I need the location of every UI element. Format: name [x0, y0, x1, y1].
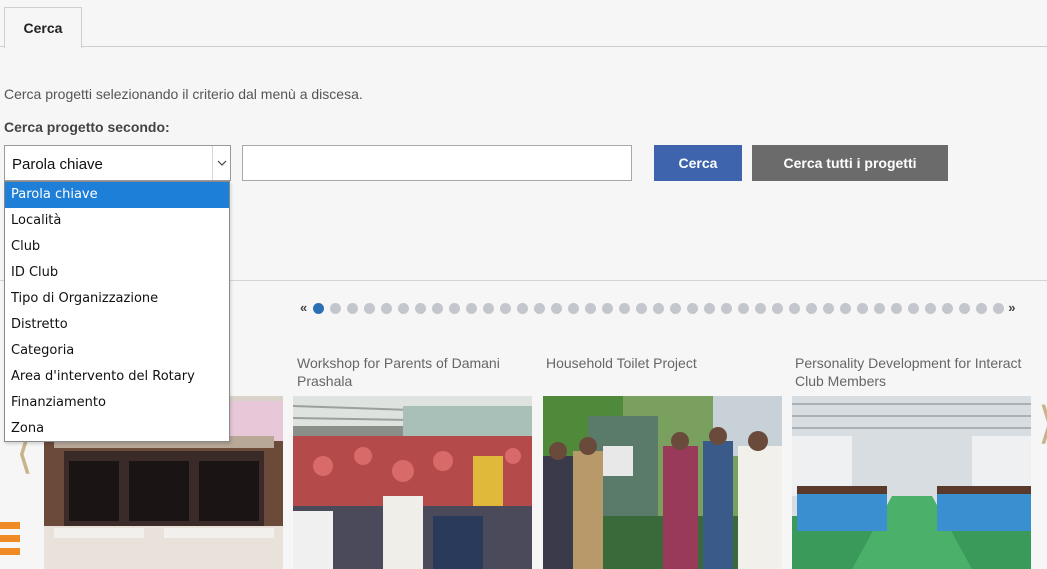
pagination-dot[interactable] [993, 302, 1005, 314]
pagination-dot[interactable] [347, 302, 359, 314]
dropdown-option[interactable]: Località [5, 208, 229, 234]
pagination-dot[interactable] [925, 302, 937, 314]
pagination-dot[interactable] [313, 302, 325, 314]
card-title[interactable]: Personality Development for Interact Clu… [795, 354, 1030, 390]
pagination-dot[interactable] [874, 302, 886, 314]
pagination-next[interactable]: » [1008, 301, 1015, 315]
project-photo-workshop[interactable] [293, 396, 532, 569]
pagination-dot[interactable] [823, 302, 835, 314]
pagination-dot[interactable] [687, 302, 699, 314]
pagination-dot[interactable] [585, 302, 597, 314]
pagination-dot[interactable] [500, 302, 512, 314]
pagination-dot[interactable] [772, 302, 784, 314]
pagination-dot[interactable] [840, 302, 852, 314]
pagination-dot[interactable] [636, 302, 648, 314]
pagination-dot[interactable] [415, 302, 427, 314]
pagination-dot[interactable] [551, 302, 563, 314]
dropdown-option[interactable]: Parola chiave [5, 182, 229, 208]
pagination-prev[interactable]: « [300, 301, 307, 315]
pagination-dot[interactable] [806, 302, 818, 314]
dropdown-option[interactable]: Tipo di Organizzazione [5, 286, 229, 312]
card-title[interactable]: Household Toilet Project [546, 354, 781, 372]
chevron-down-icon[interactable] [212, 146, 230, 180]
criteria-select[interactable]: Parola chiave [4, 145, 231, 181]
pagination-dot[interactable] [602, 302, 614, 314]
pagination-dot[interactable] [330, 302, 342, 314]
pagination-dot[interactable] [942, 302, 954, 314]
pagination-dot[interactable] [483, 302, 495, 314]
carousel-pagination: « » [300, 301, 1015, 315]
criteria-label: Cerca progetto secondo: [4, 119, 170, 135]
pagination-dot[interactable] [432, 302, 444, 314]
pagination-dot[interactable] [908, 302, 920, 314]
tab-bar: Cerca [0, 0, 1047, 48]
orange-accent-mark [0, 522, 20, 569]
pagination-dot[interactable] [534, 302, 546, 314]
dropdown-option[interactable]: Zona [5, 416, 229, 442]
pagination-dot[interactable] [568, 302, 580, 314]
project-photo-personality[interactable] [792, 396, 1031, 569]
dropdown-option[interactable]: Area d'intervento del Rotary [5, 364, 229, 390]
project-photo-toilet[interactable] [543, 396, 782, 569]
dropdown-option[interactable]: Finanziamento [5, 390, 229, 416]
pagination-dot[interactable] [517, 302, 529, 314]
pagination-dot[interactable] [755, 302, 767, 314]
pagination-dot[interactable] [704, 302, 716, 314]
tab-cerca[interactable]: Cerca [4, 7, 82, 48]
search-intro-text: Cerca progetti selezionando il criterio … [4, 86, 363, 102]
dropdown-option[interactable]: Club [5, 234, 229, 260]
pagination-dot[interactable] [466, 302, 478, 314]
card-title[interactable]: Workshop for Parents of Damani Prashala [297, 354, 532, 390]
dropdown-option[interactable]: ID Club [5, 260, 229, 286]
pagination-dot[interactable] [789, 302, 801, 314]
pagination-dot[interactable] [976, 302, 988, 314]
pagination-dot[interactable] [670, 302, 682, 314]
pagination-dot[interactable] [653, 302, 665, 314]
pagination-dot[interactable] [619, 302, 631, 314]
dropdown-option[interactable]: Distretto [5, 312, 229, 338]
search-button[interactable]: Cerca [654, 145, 742, 181]
carousel-next-arrow[interactable]: ⟩ [1038, 402, 1047, 446]
pagination-dot[interactable] [398, 302, 410, 314]
search-all-projects-button[interactable]: Cerca tutti i progetti [752, 145, 948, 181]
keyword-input[interactable] [242, 145, 632, 181]
criteria-selected-value: Parola chiave [12, 156, 103, 173]
pagination-dot[interactable] [959, 302, 971, 314]
pagination-dot[interactable] [364, 302, 376, 314]
pagination-dot[interactable] [857, 302, 869, 314]
pagination-dot[interactable] [891, 302, 903, 314]
dropdown-option[interactable]: Categoria [5, 338, 229, 364]
pagination-dot[interactable] [721, 302, 733, 314]
pagination-dot[interactable] [381, 302, 393, 314]
criteria-dropdown-list[interactable]: Parola chiave Località Club ID Club Tipo di … [4, 181, 230, 442]
pagination-dot[interactable] [738, 302, 750, 314]
pagination-dot[interactable] [449, 302, 461, 314]
